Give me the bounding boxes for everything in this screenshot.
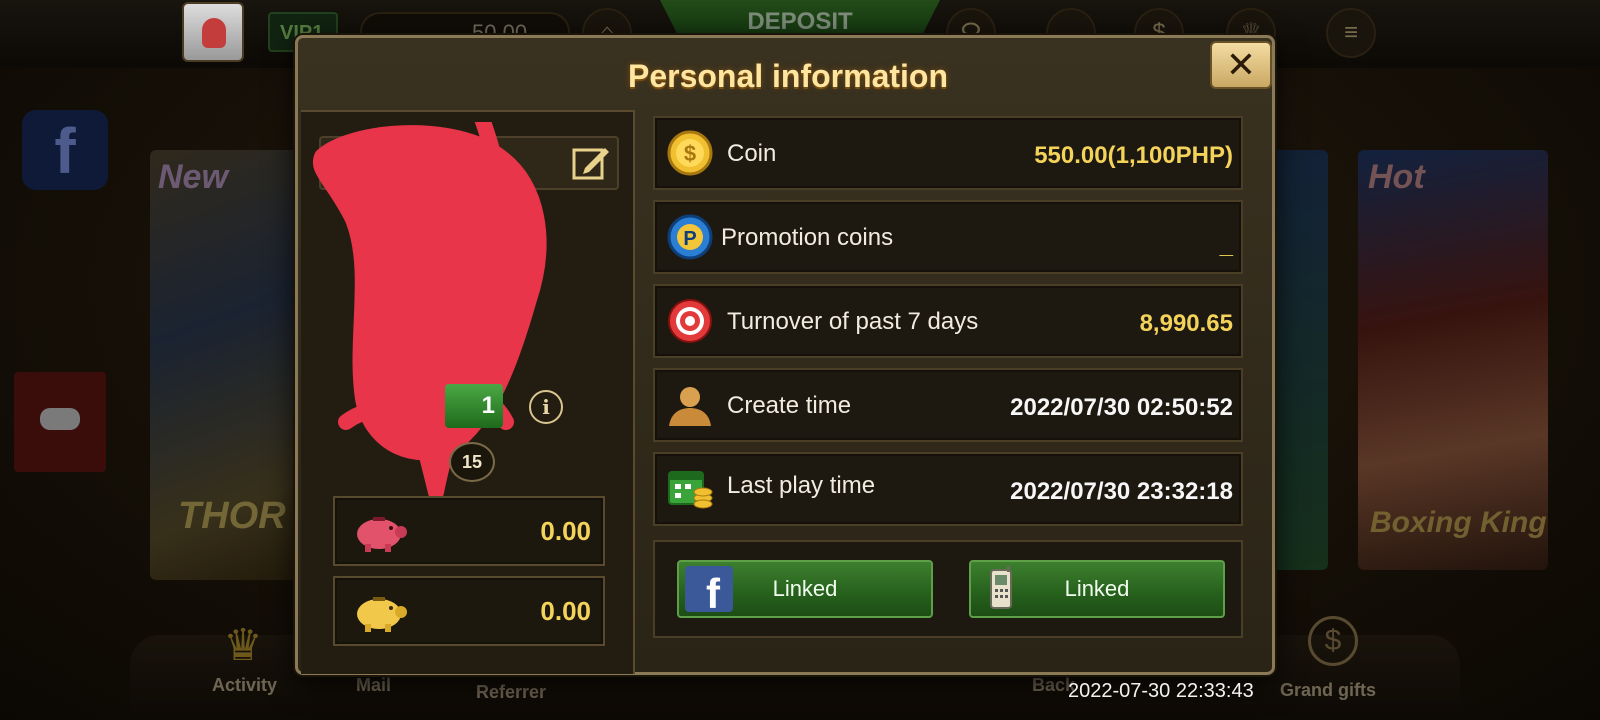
row-value: 8,990.65 bbox=[1139, 310, 1233, 337]
row-value: 2022/07/30 23:32:18 bbox=[1010, 478, 1233, 505]
pink-piggy-bank-icon bbox=[357, 517, 407, 552]
promotion-coin-icon: P bbox=[667, 214, 713, 260]
calendar-coins-icon bbox=[668, 471, 713, 509]
game-title: Boxing King bbox=[1370, 506, 1547, 539]
hot-tag: Hot bbox=[1368, 158, 1425, 196]
info-row-last-play-time: Last play time 2022/07/30 23:32:18 bbox=[653, 452, 1243, 526]
row-value: 2022/07/30 02:50:52 bbox=[1010, 394, 1233, 421]
facebook-linked-button[interactable]: f Linked bbox=[677, 560, 933, 618]
avatar[interactable] bbox=[182, 2, 244, 62]
svg-text:P: P bbox=[683, 228, 696, 250]
facebook-side-icon[interactable]: f bbox=[22, 110, 108, 190]
svg-text:f: f bbox=[706, 570, 721, 612]
gold-piggy-bank-icon bbox=[357, 597, 407, 632]
wallet-row-gold: 0.00 bbox=[333, 576, 605, 646]
row-value: 550.00(1,100PHP) bbox=[1034, 142, 1233, 169]
redaction-scribble bbox=[312, 122, 547, 500]
info-row-turnover: Turnover of past 7 days 8,990.65 bbox=[653, 284, 1243, 358]
row-label: Create time bbox=[727, 392, 852, 419]
level-badge: 15 bbox=[449, 442, 495, 482]
nav-mail[interactable]: Mail bbox=[356, 675, 391, 696]
game-card-boxing-king[interactable]: Hot Boxing King bbox=[1358, 150, 1548, 570]
info-icon[interactable]: i bbox=[529, 390, 563, 424]
nav-activity[interactable]: Activity bbox=[212, 675, 277, 696]
phone-linked-button[interactable]: Linked bbox=[969, 560, 1225, 618]
row-label: Promotion coins bbox=[721, 224, 894, 251]
phone-icon bbox=[990, 566, 1012, 609]
banner-flag-icon[interactable] bbox=[14, 372, 106, 472]
info-row-promotion-coins: P Promotion coins _ bbox=[653, 200, 1243, 274]
nav-grand-gifts[interactable]: Grand gifts bbox=[1280, 680, 1376, 701]
vip-level-badge: 1 bbox=[445, 384, 503, 428]
linked-accounts-panel: f Linked Linked bbox=[653, 540, 1243, 638]
new-tag: New bbox=[158, 158, 228, 196]
facebook-icon: f bbox=[685, 566, 733, 612]
profile-panel: 1 i 15 0.00 0.00 bbox=[301, 110, 635, 674]
screenshot-timestamp: 2022-07-30 22:33:43 bbox=[1068, 680, 1254, 702]
user-icon bbox=[669, 387, 711, 426]
svg-text:$: $ bbox=[684, 141, 696, 166]
dollar-coin-icon: $ bbox=[1308, 616, 1358, 666]
crown-icon[interactable]: ♛ bbox=[208, 620, 278, 670]
row-label: Last play time bbox=[727, 472, 876, 499]
game-title: THOR bbox=[178, 495, 286, 537]
game-card-thor[interactable]: New THOR bbox=[150, 150, 300, 580]
coin-icon: $ bbox=[667, 130, 713, 176]
row-label: Turnover of past 7 days bbox=[727, 308, 979, 335]
edit-icon[interactable] bbox=[571, 142, 611, 182]
wallet-row-pink: 0.00 bbox=[333, 496, 605, 566]
personal-information-dialog: Personal information ✕ 1 i 15 0.00 0.00 … bbox=[295, 35, 1275, 675]
nav-referrer[interactable]: Referrer bbox=[476, 682, 546, 703]
row-label: Coin bbox=[727, 140, 777, 167]
row-value: _ bbox=[1219, 232, 1233, 259]
dialog-title: Personal information bbox=[627, 58, 949, 94]
wallet-amount: 0.00 bbox=[540, 596, 591, 626]
wallet-amount: 0.00 bbox=[540, 516, 591, 546]
game-card-partial[interactable] bbox=[1270, 150, 1328, 570]
close-button[interactable]: ✕ bbox=[1210, 41, 1272, 89]
poker-chip-icon bbox=[668, 299, 712, 343]
info-row-create-time: Create time 2022/07/30 02:50:52 bbox=[653, 368, 1243, 442]
facebook-linked-label: Linked bbox=[772, 576, 838, 601]
menu-icon[interactable]: ≡ bbox=[1326, 8, 1376, 58]
info-row-coin: $ Coin 550.00(1,100PHP) bbox=[653, 116, 1243, 190]
phone-linked-label: Linked bbox=[1064, 576, 1130, 601]
